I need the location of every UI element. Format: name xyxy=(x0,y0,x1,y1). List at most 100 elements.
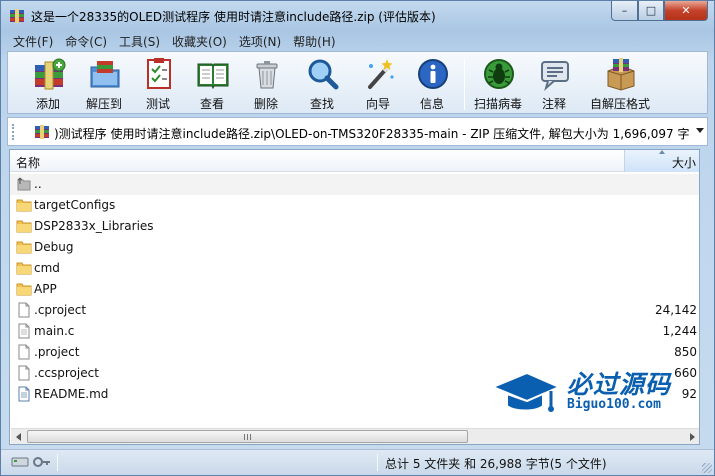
winrar-window: 这是一个28335的OLED测试程序 使用时请注意include路径.zip (… xyxy=(0,0,715,476)
add-books-icon xyxy=(35,58,66,90)
address-path: )测试程序 使用时请注意include路径.zip\OLED-on-TMS320… xyxy=(54,127,690,141)
window-title: 这是一个28335的OLED测试程序 使用时请注意include路径.zip (… xyxy=(31,10,436,24)
file-name: Debug xyxy=(34,240,74,254)
folder-icon xyxy=(16,283,32,296)
file-name: main.c xyxy=(34,324,75,338)
list-item[interactable]: Debug xyxy=(10,237,699,258)
list-item[interactable]: .cproject 24,142 xyxy=(10,300,699,321)
view-book-icon xyxy=(197,63,229,90)
status-separator xyxy=(377,454,378,471)
resize-grip[interactable] xyxy=(702,463,712,473)
archive-icon xyxy=(35,125,49,139)
menu-file[interactable]: 文件(F) xyxy=(7,31,59,50)
file-size: 92 xyxy=(681,387,697,401)
chevron-down-icon[interactable] xyxy=(696,128,704,133)
scrollbar-thumb[interactable] xyxy=(27,430,468,443)
file-icon xyxy=(18,323,30,339)
file-icon xyxy=(18,302,30,318)
title-bar[interactable]: 这是一个28335的OLED测试程序 使用时请注意include路径.zip (… xyxy=(1,1,714,31)
sfx-box-icon xyxy=(607,58,635,91)
sort-up-icon xyxy=(659,150,665,154)
extract-folder-icon xyxy=(90,61,120,88)
arrow-left-icon xyxy=(16,433,21,441)
folder-icon xyxy=(16,262,32,275)
list-item[interactable]: APP xyxy=(10,279,699,300)
menu-bar: 文件(F) 命令(C) 工具(S) 收藏夹(O) 选项(N) 帮助(H) xyxy=(7,31,707,50)
list-item[interactable]: .project 850 xyxy=(10,342,699,363)
file-name: .. xyxy=(34,177,42,191)
drive-key-icon xyxy=(11,457,50,467)
parent-folder-icon xyxy=(17,177,31,191)
grip-icon xyxy=(244,434,251,440)
delete-label: 删除 xyxy=(253,97,278,111)
arrow-right-icon xyxy=(690,433,695,441)
file-name: README.md xyxy=(34,387,109,401)
file-size: 1,244 xyxy=(662,324,697,338)
file-icon xyxy=(18,365,30,381)
info-label: 信息 xyxy=(419,97,444,111)
file-icon xyxy=(18,344,30,360)
horizontal-scrollbar[interactable] xyxy=(11,428,699,444)
maximize-button[interactable]: □ xyxy=(638,1,664,21)
menu-options[interactable]: 选项(N) xyxy=(233,31,287,50)
scroll-right-button[interactable] xyxy=(684,430,699,444)
address-bar[interactable]: )测试程序 使用时请注意include路径.zip\OLED-on-TMS320… xyxy=(7,117,708,146)
list-item[interactable]: .ccsproject 660 xyxy=(10,363,699,384)
info-icon xyxy=(418,59,448,89)
find-button[interactable]: 查找 xyxy=(296,52,348,114)
folder-icon xyxy=(16,241,32,254)
list-item[interactable]: README.md 92 xyxy=(10,384,699,405)
file-name: .ccsproject xyxy=(34,366,99,380)
file-name: targetConfigs xyxy=(34,198,116,212)
test-button[interactable]: 测试 xyxy=(132,52,184,114)
scan-virus-label: 扫描病毒 xyxy=(473,97,522,111)
comment-icon xyxy=(541,61,569,91)
scroll-left-button[interactable] xyxy=(11,430,27,444)
list-item[interactable]: targetConfigs xyxy=(10,195,699,216)
sfx-label: 自解压格式 xyxy=(589,97,650,111)
file-name: .project xyxy=(34,345,80,359)
file-name: cmd xyxy=(34,261,60,275)
wizard-button[interactable]: 向导 xyxy=(352,52,404,114)
add-button[interactable]: 添加 xyxy=(22,52,74,114)
file-name: .cproject xyxy=(34,303,87,317)
column-size-label: 大小 xyxy=(671,156,696,170)
file-size: 660 xyxy=(674,366,697,380)
file-size: 850 xyxy=(674,345,697,359)
list-item[interactable]: DSP2833x_Libraries xyxy=(10,216,699,237)
column-size-header[interactable]: 大小 xyxy=(624,150,699,172)
file-list: 名称 大小 .. targetConfigs DSP2833x_Librarie… xyxy=(9,149,700,445)
status-separator xyxy=(57,454,58,471)
close-button[interactable]: ✕ xyxy=(664,1,708,21)
toolbar: 添加 解压到 测试 查看 删除 查找 向导 信息 扫描病毒 注释 自解压格式 xyxy=(7,51,708,114)
window-controls: – □ ✕ xyxy=(611,1,708,21)
test-checklist-icon xyxy=(147,58,171,89)
list-item[interactable]: cmd xyxy=(10,258,699,279)
status-bar: 总计 5 文件夹 和 26,988 字节(5 个文件) xyxy=(1,449,714,475)
menu-commands[interactable]: 命令(C) xyxy=(59,31,113,50)
menu-help[interactable]: 帮助(H) xyxy=(287,31,341,50)
file-size: 24,142 xyxy=(655,303,697,317)
folder-icon xyxy=(16,199,32,212)
delete-button[interactable]: 删除 xyxy=(240,52,292,114)
extract-to-button[interactable]: 解压到 xyxy=(78,52,130,114)
file-name: APP xyxy=(34,282,57,296)
info-button[interactable]: 信息 xyxy=(406,52,458,114)
column-name-header[interactable]: 名称 xyxy=(16,154,40,171)
list-item[interactable]: main.c 1,244 xyxy=(10,321,699,342)
scan-virus-button[interactable]: 扫描病毒 xyxy=(472,52,524,114)
view-button[interactable]: 查看 xyxy=(186,52,238,114)
find-magnifier-icon xyxy=(308,59,339,90)
menu-tools[interactable]: 工具(S) xyxy=(113,31,166,50)
add-label: 添加 xyxy=(35,97,60,111)
minimize-button[interactable]: – xyxy=(611,1,638,21)
list-item-parent[interactable]: .. xyxy=(10,174,699,195)
folder-icon xyxy=(16,220,32,233)
comment-button[interactable]: 注释 xyxy=(528,52,580,114)
find-label: 查找 xyxy=(309,97,334,111)
address-grip xyxy=(12,124,16,140)
menu-favorites[interactable]: 收藏夹(O) xyxy=(166,31,233,50)
comment-label: 注释 xyxy=(541,97,566,111)
delete-trash-icon xyxy=(256,61,278,89)
sfx-button[interactable]: 自解压格式 xyxy=(590,52,650,114)
